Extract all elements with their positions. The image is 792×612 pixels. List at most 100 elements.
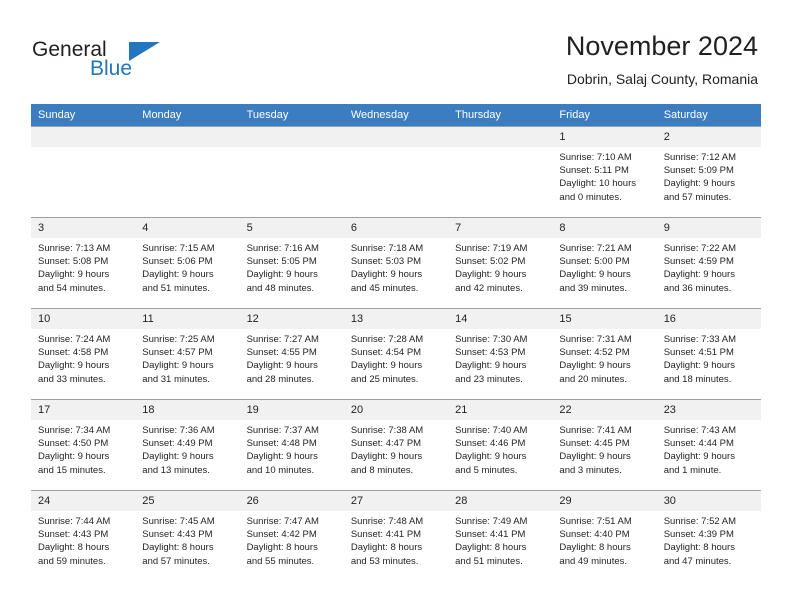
calendar-cell-day-17[interactable]: 17 Sunrise: 7:34 AM Sunset: 4:50 PM Dayligh… [31, 399, 136, 491]
day-number: 2 [656, 127, 761, 147]
calendar-cell-day-8[interactable]: 8 Sunrise: 7:21 AM Sunset: 5:00 PM Daylight… [552, 217, 657, 309]
day-detail-line: and 54 minutes. [38, 282, 106, 294]
calendar-cell-day-23[interactable]: 23 Sunrise: 7:43 AM Sunset: 4:44 PM Dayligh… [656, 399, 761, 491]
day-number: 19 [239, 400, 344, 420]
calendar-cell-day-5[interactable]: 5 Sunrise: 7:16 AM Sunset: 5:05 PM Daylight… [239, 217, 344, 309]
day-detail-line: Daylight: 9 hours [142, 451, 214, 463]
calendar-cell-day-2[interactable]: 2 Sunrise: 7:12 AM Sunset: 5:09 PM Daylight… [656, 126, 761, 218]
day-detail-line: Sunset: 5:02 PM [455, 256, 526, 268]
day-detail-line: and 18 minutes. [663, 373, 732, 385]
calendar-cell-inner: 26 Sunrise: 7:47 AM Sunset: 4:42 PM Dayligh… [239, 491, 344, 581]
title-block: November 2024 Dobrin, Salaj County, Roma… [566, 30, 758, 88]
day-detail-line: Sunrise: 7:19 AM [455, 243, 528, 254]
day-number: 25 [135, 491, 240, 511]
calendar-cell-day-26[interactable]: 26 Sunrise: 7:47 AM Sunset: 4:42 PM Dayligh… [239, 490, 344, 581]
calendar-cell-day-18[interactable]: 18 Sunrise: 7:36 AM Sunset: 4:49 PM Dayligh… [135, 399, 240, 491]
calendar-cell-day-27[interactable]: 27 Sunrise: 7:48 AM Sunset: 4:41 PM Dayligh… [343, 490, 449, 581]
day-detail-line: Sunrise: 7:27 AM [246, 334, 319, 345]
calendar-cell-day-16[interactable]: 16 Sunrise: 7:33 AM Sunset: 4:51 PM Dayligh… [656, 308, 761, 400]
day-details [135, 147, 239, 151]
calendar-cell-inner: 11 Sunrise: 7:25 AM Sunset: 4:57 PM Dayligh… [135, 309, 240, 399]
calendar-cell-day-20[interactable]: 20 Sunrise: 7:38 AM Sunset: 4:47 PM Dayligh… [343, 399, 449, 491]
calendar-cell-inner: 12 Sunrise: 7:27 AM Sunset: 4:55 PM Dayligh… [239, 309, 344, 399]
calendar-cell-day-29[interactable]: 29 Sunrise: 7:51 AM Sunset: 4:40 PM Dayligh… [552, 490, 657, 581]
day-details: Sunrise: 7:52 AM Sunset: 4:39 PM Daylight:… [657, 511, 761, 568]
calendar-cell-day-24[interactable]: 24 Sunrise: 7:44 AM Sunset: 4:43 PM Dayligh… [31, 490, 136, 581]
day-detail-line: and 33 minutes. [38, 373, 106, 385]
day-details: Sunrise: 7:36 AM Sunset: 4:49 PM Daylight:… [135, 420, 239, 477]
calendar-cell-day-4[interactable]: 4 Sunrise: 7:15 AM Sunset: 5:06 PM Daylight… [135, 217, 240, 309]
calendar-cell-inner [135, 127, 240, 217]
day-detail-line: Sunrise: 7:10 AM [559, 152, 632, 163]
calendar-cell-day-1[interactable]: 1 Sunrise: 7:10 AM Sunset: 5:11 PM Daylight… [552, 126, 657, 218]
day-detail-line: Sunrise: 7:25 AM [142, 334, 215, 345]
day-detail-line: Daylight: 8 hours [142, 542, 214, 554]
day-detail-line: Sunset: 4:43 PM [38, 529, 109, 541]
day-detail-line: Sunset: 4:45 PM [559, 438, 630, 450]
calendar-cell-day-9[interactable]: 9 Sunrise: 7:22 AM Sunset: 4:59 PM Daylight… [656, 217, 761, 309]
day-detail-line: Sunset: 5:05 PM [246, 256, 317, 268]
day-detail-line: Sunrise: 7:43 AM [663, 425, 737, 436]
calendar-cell-day-13[interactable]: 13 Sunrise: 7:28 AM Sunset: 4:54 PM Dayligh… [343, 308, 449, 400]
calendar-cell-day-14[interactable]: 14 Sunrise: 7:30 AM Sunset: 4:53 PM Dayligh… [448, 308, 553, 400]
day-detail-line: Sunrise: 7:22 AM [663, 243, 737, 254]
calendar-cell-day-25[interactable]: 25 Sunrise: 7:45 AM Sunset: 4:43 PM Dayligh… [135, 490, 240, 581]
day-details: Sunrise: 7:38 AM Sunset: 4:47 PM Daylight:… [344, 420, 448, 477]
day-detail-line: Sunset: 4:46 PM [455, 438, 526, 450]
day-detail-line: Daylight: 9 hours [142, 269, 214, 281]
day-detail-line: and 5 minutes. [455, 464, 518, 476]
calendar-cell-day-7[interactable]: 7 Sunrise: 7:19 AM Sunset: 5:02 PM Daylight… [448, 217, 553, 309]
day-detail-line: Sunset: 4:50 PM [38, 438, 109, 450]
calendar-cell-day-21[interactable]: 21 Sunrise: 7:40 AM Sunset: 4:46 PM Dayligh… [448, 399, 553, 491]
day-detail-line: Sunrise: 7:47 AM [246, 516, 319, 527]
day-detail-line: and 20 minutes. [559, 373, 628, 385]
calendar-cell-inner: 13 Sunrise: 7:28 AM Sunset: 4:54 PM Dayligh… [343, 309, 449, 399]
day-details: Sunrise: 7:24 AM Sunset: 4:58 PM Daylight:… [31, 329, 135, 386]
calendar-cell-day-22[interactable]: 22 Sunrise: 7:41 AM Sunset: 4:45 PM Dayligh… [552, 399, 657, 491]
calendar-cell-day-28[interactable]: 28 Sunrise: 7:49 AM Sunset: 4:41 PM Dayligh… [448, 490, 553, 581]
day-detail-line: Daylight: 9 hours [350, 451, 423, 463]
day-detail-line: and 28 minutes. [246, 373, 315, 385]
day-detail-line: Sunset: 4:40 PM [559, 529, 630, 541]
calendar-cell-day-30[interactable]: 30 Sunrise: 7:52 AM Sunset: 4:39 PM Dayligh… [656, 490, 761, 581]
calendar-page: General Blue November 2024 Dobrin, Salaj… [0, 0, 792, 612]
calendar-cell-empty [448, 126, 553, 218]
day-details: Sunrise: 7:43 AM Sunset: 4:44 PM Daylight:… [657, 420, 761, 477]
day-detail-line: Sunset: 4:44 PM [663, 438, 734, 450]
day-detail-line: Sunset: 4:57 PM [142, 347, 213, 359]
calendar-cell-day-10[interactable]: 10 Sunrise: 7:24 AM Sunset: 4:58 PM Dayligh… [31, 308, 136, 400]
weekday-header-sunday: Sunday [31, 104, 136, 127]
calendar-cell-day-6[interactable]: 6 Sunrise: 7:18 AM Sunset: 5:03 PM Daylight… [343, 217, 449, 309]
day-detail-line: and 3 minutes. [559, 464, 622, 476]
day-detail-line: Daylight: 8 hours [455, 542, 527, 554]
calendar-cell-inner [31, 127, 136, 217]
day-detail-line: Daylight: 9 hours [38, 451, 110, 463]
calendar-cell-day-19[interactable]: 19 Sunrise: 7:37 AM Sunset: 4:48 PM Dayligh… [239, 399, 344, 491]
general-blue-logo[interactable]: General Blue [32, 38, 172, 86]
day-detail-line: Sunset: 4:52 PM [559, 347, 630, 359]
calendar-cell-day-12[interactable]: 12 Sunrise: 7:27 AM Sunset: 4:55 PM Dayligh… [239, 308, 344, 400]
day-details: Sunrise: 7:49 AM Sunset: 4:41 PM Daylight:… [448, 511, 552, 568]
day-detail-line: and 0 minutes. [559, 191, 622, 203]
day-detail-line: and 47 minutes. [663, 555, 732, 567]
calendar-cell-inner: 15 Sunrise: 7:31 AM Sunset: 4:52 PM Dayligh… [552, 309, 657, 399]
calendar-cell-day-3[interactable]: 3 Sunrise: 7:13 AM Sunset: 5:08 PM Daylight… [31, 217, 136, 309]
weekday-header-row: Sunday Monday Tuesday Wednesday Thursday Frid… [31, 104, 761, 127]
calendar-cell-day-11[interactable]: 11 Sunrise: 7:25 AM Sunset: 4:57 PM Dayligh… [135, 308, 240, 400]
day-detail-line: Daylight: 9 hours [559, 360, 631, 372]
day-detail-line: Daylight: 9 hours [246, 451, 318, 463]
day-details: Sunrise: 7:15 AM Sunset: 5:06 PM Daylight:… [135, 238, 239, 295]
day-detail-line: Sunrise: 7:30 AM [455, 334, 528, 345]
day-details: Sunrise: 7:10 AM Sunset: 5:11 PM Daylight:… [552, 147, 656, 204]
calendar-cell-empty [239, 126, 344, 218]
day-detail-line: Daylight: 9 hours [246, 360, 318, 372]
day-detail-line: Sunrise: 7:16 AM [246, 243, 319, 254]
calendar-cell-day-15[interactable]: 15 Sunrise: 7:31 AM Sunset: 4:52 PM Dayligh… [552, 308, 657, 400]
calendar-week-row: 1 Sunrise: 7:10 AM Sunset: 5:11 PM Daylight… [31, 126, 761, 218]
day-details: Sunrise: 7:41 AM Sunset: 4:45 PM Daylight:… [552, 420, 656, 477]
day-detail-line: Sunset: 4:43 PM [142, 529, 213, 541]
day-details: Sunrise: 7:37 AM Sunset: 4:48 PM Daylight:… [240, 420, 344, 477]
day-detail-line: Daylight: 9 hours [663, 178, 735, 190]
day-detail-line: Sunrise: 7:40 AM [455, 425, 528, 436]
triangle-icon [129, 42, 160, 61]
